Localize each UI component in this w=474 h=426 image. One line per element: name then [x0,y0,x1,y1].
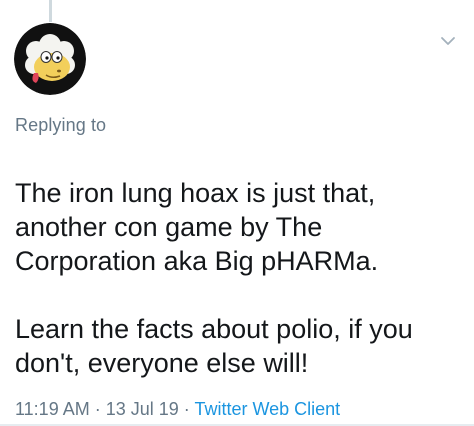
tweet-date[interactable]: 13 Jul 19 [106,399,179,419]
avatar[interactable] [14,23,86,95]
tweet-paragraph-1: The iron lung hoax is just that, another… [15,178,379,276]
tweet-client-link[interactable]: Twitter Web Client [194,399,340,419]
tweet-meta: 11:19 AM · 13 Jul 19 · Twitter Web Clien… [15,399,340,420]
replying-to-label: Replying to [15,115,107,135]
avatar-sheep-icon [14,23,86,95]
tweet-paragraph-2: Learn the facts about polio, if you don'… [15,314,413,378]
meta-separator-1: · [89,399,106,419]
chevron-down-icon[interactable] [437,30,459,52]
tweet-text: The iron lung hoax is just that, another… [15,176,465,380]
thread-connector-line [49,0,52,22]
meta-separator-2: · [178,399,195,419]
tweet-time[interactable]: 11:19 AM [15,399,90,419]
